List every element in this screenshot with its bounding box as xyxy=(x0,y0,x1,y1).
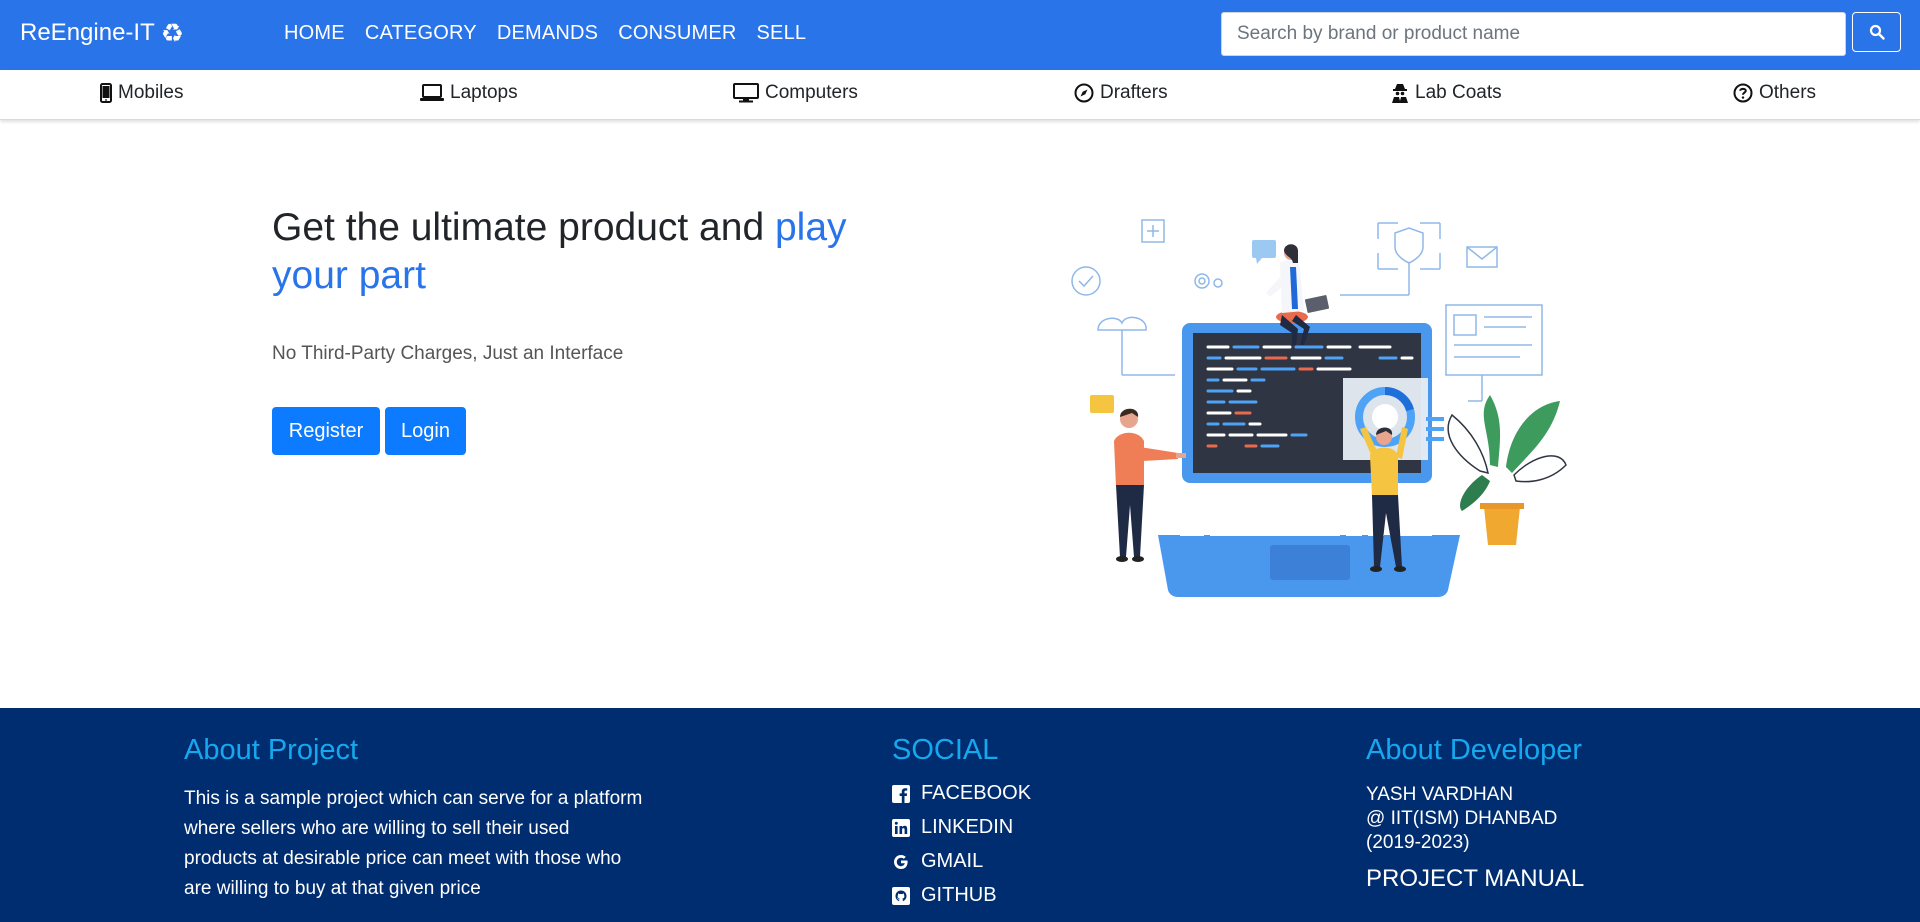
hero-title-plain: Get the ultimate product and xyxy=(272,206,775,249)
category-lab-coats[interactable]: Lab Coats xyxy=(1391,82,1502,104)
category-label: Lab Coats xyxy=(1415,82,1502,103)
category-mobiles[interactable]: Mobiles xyxy=(100,82,183,104)
search-input[interactable] xyxy=(1221,12,1846,56)
category-bar: Mobiles Laptops Computers Drafters Lab C… xyxy=(0,70,1920,120)
search-button[interactable] xyxy=(1852,12,1901,52)
social-label: GITHUB xyxy=(921,884,997,906)
compass-icon xyxy=(1074,83,1094,103)
github-icon xyxy=(892,886,910,905)
recycle-icon: ♻ xyxy=(160,18,185,48)
linkedin-icon xyxy=(892,818,910,837)
about-developer-heading: About Developer xyxy=(1366,734,1583,766)
brand-name: ReEngine-IT xyxy=(20,19,155,46)
about-project-heading: About Project xyxy=(184,734,359,766)
top-navbar: ReEngine-IT ♻ HOME CATEGORY DEMANDS CONS… xyxy=(0,0,1920,70)
nav-category[interactable]: CATEGORY xyxy=(365,22,477,45)
hero-illustration xyxy=(1071,219,1567,597)
category-laptops[interactable]: Laptops xyxy=(420,82,518,104)
category-others[interactable]: Others xyxy=(1733,82,1816,104)
social-label: GMAIL xyxy=(921,850,984,872)
category-label: Computers xyxy=(765,82,858,103)
category-drafters[interactable]: Drafters xyxy=(1074,82,1168,104)
category-computers[interactable]: Computers xyxy=(733,82,858,104)
developer-years: (2019-2023) xyxy=(1366,832,1470,853)
about-project-text: This is a sample project which can serve… xyxy=(184,788,643,899)
hero-subtitle: No Third-Party Charges, Just an Interfac… xyxy=(272,343,624,364)
register-button[interactable]: Register xyxy=(272,407,380,455)
brand-logo[interactable]: ReEngine-IT ♻ xyxy=(20,19,184,47)
social-link-gmail[interactable]: GMAIL xyxy=(892,850,983,873)
developer-name: YASH VARDHAN xyxy=(1366,784,1514,805)
user-secret-icon xyxy=(1392,84,1408,103)
mobile-phone-icon xyxy=(100,83,112,103)
desktop-monitor-icon xyxy=(733,83,759,103)
category-label: Mobiles xyxy=(118,82,184,103)
laptop-icon xyxy=(420,84,444,101)
footer: About Project This is a sample project w… xyxy=(0,708,1920,922)
nav-consumer[interactable]: CONSUMER xyxy=(618,22,736,45)
category-label: Drafters xyxy=(1100,82,1168,103)
social-link-facebook[interactable]: FACEBOOK xyxy=(892,782,1031,805)
facebook-icon xyxy=(892,784,910,803)
hero-title: Get the ultimate product and play your p… xyxy=(272,204,892,300)
search-icon xyxy=(1869,24,1885,40)
project-manual-link[interactable]: PROJECT MANUAL xyxy=(1366,865,1584,893)
nav-demands[interactable]: DEMANDS xyxy=(497,22,598,45)
question-circle-icon xyxy=(1733,83,1753,103)
google-icon xyxy=(894,854,908,869)
social-link-github[interactable]: GITHUB xyxy=(892,884,997,907)
social-label: LINKEDIN xyxy=(921,816,1014,838)
login-button[interactable]: Login xyxy=(385,407,466,455)
category-label: Laptops xyxy=(450,82,518,103)
main-nav: HOME CATEGORY DEMANDS CONSUMER SELL xyxy=(284,22,806,45)
nav-sell[interactable]: SELL xyxy=(757,22,807,45)
nav-home[interactable]: HOME xyxy=(284,22,345,45)
social-link-linkedin[interactable]: LINKEDIN xyxy=(892,816,1013,839)
social-label: FACEBOOK xyxy=(921,782,1032,804)
developer-institute: @ IIT(ISM) DHANBAD xyxy=(1366,808,1558,829)
category-label: Others xyxy=(1759,82,1817,103)
social-heading: SOCIAL xyxy=(892,734,999,766)
